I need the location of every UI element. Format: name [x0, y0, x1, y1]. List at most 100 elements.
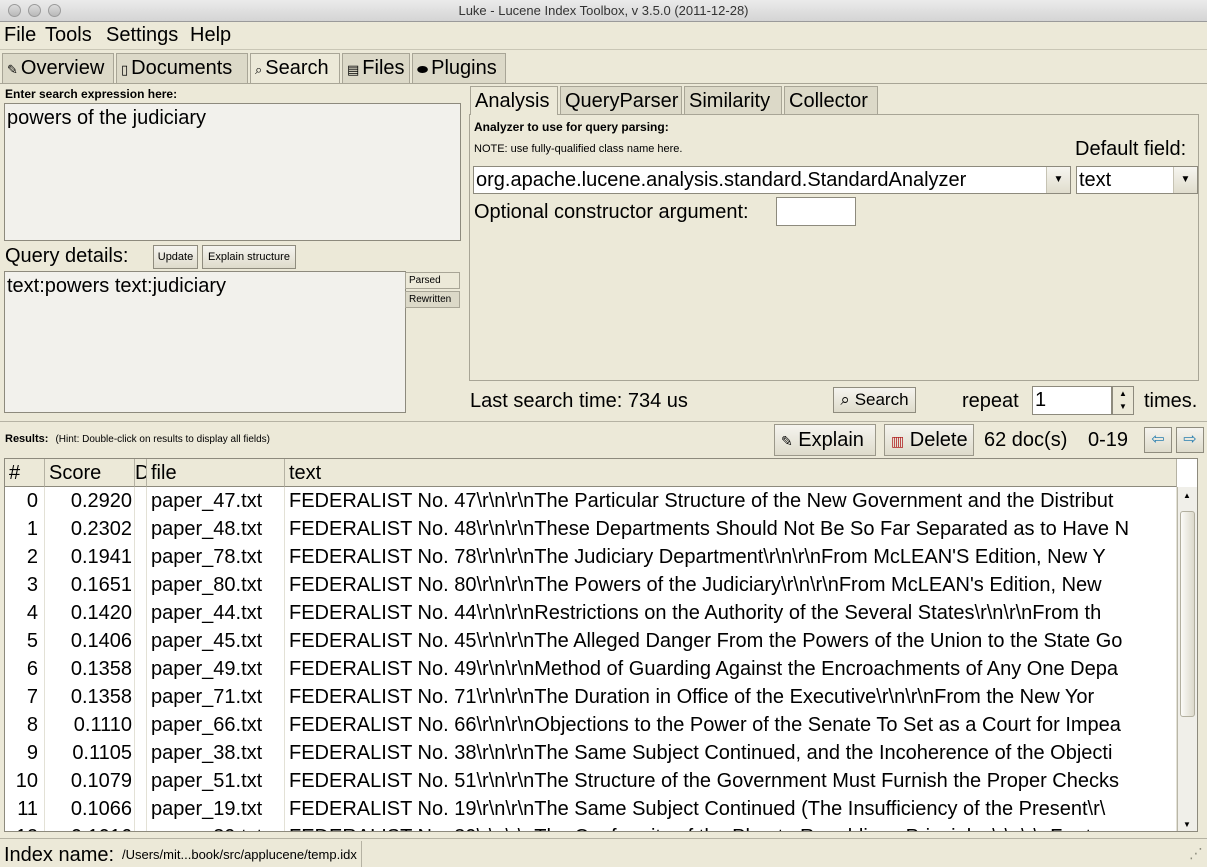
- ctor-argument-label: Optional constructor argument:: [474, 201, 749, 223]
- cell-file: paper_39.txt: [147, 823, 285, 831]
- column-header-file[interactable]: file: [147, 459, 285, 487]
- cell-text: FEDERALIST No. 47\r\n\r\nThe Particular …: [285, 487, 1177, 515]
- arrow-left-icon: ⇦: [1151, 431, 1165, 448]
- results-label-group: Results: (Hint: Double-click on results …: [5, 433, 270, 445]
- search-button-label: Search: [854, 390, 909, 409]
- cell-score: 0.1941: [45, 543, 135, 571]
- explain-structure-button[interactable]: Explain structure: [202, 245, 296, 269]
- search-button[interactable]: ⌕ Search: [833, 387, 916, 413]
- scrollbar-thumb[interactable]: [1180, 511, 1195, 717]
- minimize-window-button[interactable]: [28, 4, 41, 17]
- scroll-down-icon[interactable]: ▼: [1183, 820, 1191, 829]
- column-header-d[interactable]: D: [135, 459, 147, 487]
- table-row[interactable]: 5 0.1406 paper_45.txt FEDERALIST No. 45\r\n…: [5, 627, 1177, 655]
- ctor-argument-input[interactable]: [776, 197, 856, 226]
- cell-d: [135, 515, 147, 543]
- zoom-window-button[interactable]: [48, 4, 61, 17]
- tab-plugins[interactable]: ⬬ Plugins: [412, 53, 506, 83]
- table-row[interactable]: 2 0.1941 paper_78.txt FEDERALIST No. 78\r\n…: [5, 543, 1177, 571]
- repeat-label: repeat: [962, 390, 1019, 412]
- cell-d: [135, 543, 147, 571]
- window-title: Luke - Lucene Index Toolbox, v 3.5.0 (20…: [458, 3, 749, 18]
- explain-button[interactable]: ✎ Explain: [774, 424, 876, 456]
- table-row[interactable]: 11 0.1066 paper_19.txt FEDERALIST No. 19\r\…: [5, 795, 1177, 823]
- results-scrollbar[interactable]: ▲ ▼: [1177, 487, 1197, 831]
- column-header-text[interactable]: text: [285, 459, 1177, 487]
- tab-queryparser[interactable]: QueryParser: [560, 86, 682, 114]
- table-row[interactable]: 3 0.1651 paper_80.txt FEDERALIST No. 80\r\n…: [5, 571, 1177, 599]
- cell-num: 10: [5, 767, 45, 795]
- parsed-tab[interactable]: Parsed: [405, 272, 460, 289]
- cell-file: paper_66.txt: [147, 711, 285, 739]
- table-row[interactable]: 9 0.1105 paper_38.txt FEDERALIST No. 38\r\n…: [5, 739, 1177, 767]
- chevron-down-icon[interactable]: ▼: [1173, 167, 1197, 193]
- results-hint: (Hint: Double-click on results to displa…: [55, 434, 270, 445]
- results-table[interactable]: # Score D file text 00.2920paper_47.txtF…: [4, 458, 1198, 832]
- delete-button[interactable]: ▥ Delete: [884, 424, 974, 456]
- table-row[interactable]: 1 0.2302 paper_48.txt FEDERALIST No. 48\r\n…: [5, 515, 1177, 543]
- floppy-icon: ▤: [347, 62, 360, 77]
- cell-file: paper_38.txt: [147, 739, 285, 767]
- cell-file: paper_51.txt: [147, 767, 285, 795]
- tab-documents[interactable]: ▯ Documents: [116, 53, 248, 83]
- table-row[interactable]: 120.1016 paper_39.txtFEDERALIST No. 39\r\…: [5, 823, 1177, 831]
- last-search-time: Last search time: 734 us: [470, 390, 688, 413]
- column-header-num[interactable]: #: [5, 459, 45, 487]
- results-range: 0-19: [1088, 429, 1129, 451]
- cell-d: [135, 487, 147, 515]
- resize-grip-icon[interactable]: ⋰: [1189, 839, 1203, 867]
- stepper-up-icon[interactable]: ▲: [1113, 387, 1133, 400]
- tab-analysis[interactable]: Analysis: [470, 86, 558, 115]
- trash-icon: ▥: [891, 433, 905, 449]
- analyzer-select[interactable]: org.apache.lucene.analysis.standard.Stan…: [473, 166, 1071, 194]
- tab-overview[interactable]: ✎ Overview: [2, 53, 114, 83]
- status-bar: Index name: /Users/mit...book/src/appluc…: [0, 838, 1207, 867]
- tab-files[interactable]: ▤ Files: [342, 53, 410, 83]
- tab-similarity[interactable]: Similarity: [684, 86, 782, 114]
- repeat-input[interactable]: 1: [1032, 386, 1112, 415]
- table-row[interactable]: 7 0.1358 paper_71.txt FEDERALIST No. 71\r\n…: [5, 683, 1177, 711]
- cell-score: 0.2302: [45, 515, 135, 543]
- default-field-select[interactable]: text ▼: [1076, 166, 1198, 194]
- cell-file: paper_78.txt: [147, 543, 285, 571]
- cell-d: [135, 739, 147, 767]
- times-label: times.: [1144, 390, 1198, 412]
- cell-num: 7: [5, 683, 45, 711]
- magnifier-icon: ⌕: [255, 62, 263, 77]
- table-row[interactable]: 6 0.1358 paper_49.txt FEDERALIST No. 49\r\n…: [5, 655, 1177, 683]
- analyzer-select-value: org.apache.lucene.analysis.standard.Stan…: [476, 169, 967, 191]
- table-row[interactable]: 8 0.1110 paper_66.txt FEDERALIST No. 66\r\n…: [5, 711, 1177, 739]
- arrow-right-icon: ⇨: [1183, 431, 1197, 448]
- update-button[interactable]: Update: [153, 245, 198, 269]
- prev-page-button[interactable]: ⇦: [1144, 427, 1172, 453]
- table-row[interactable]: 10 0.1079 paper_51.txt FEDERALIST No. 51\r\…: [5, 767, 1177, 795]
- cell-d: [135, 795, 147, 823]
- cell-text: FEDERALIST No. 80\r\n\r\nThe Powers of t…: [285, 571, 1177, 599]
- cell-d: [135, 711, 147, 739]
- menu-tools[interactable]: Tools: [45, 24, 92, 47]
- menu-file[interactable]: File: [4, 24, 36, 47]
- scroll-up-icon[interactable]: ▲: [1183, 491, 1191, 500]
- doc-count: 62 doc(s): [984, 429, 1068, 451]
- plugin-icon: ⬬: [417, 62, 429, 77]
- cell-score: 0.1358: [45, 655, 135, 683]
- chevron-down-icon[interactable]: ▼: [1046, 167, 1070, 193]
- tab-collector[interactable]: Collector: [784, 86, 878, 114]
- default-field-select-value: text: [1079, 169, 1112, 191]
- menu-help[interactable]: Help: [190, 24, 231, 47]
- tab-search[interactable]: ⌕ Search: [250, 53, 340, 84]
- rewritten-tab[interactable]: Rewritten: [405, 291, 460, 308]
- table-row[interactable]: 0 0.2920 paper_47.txt FEDERALIST No. 47\r\n…: [5, 487, 1177, 515]
- index-path: /Users/mit...book/src/applucene/temp.idx: [122, 841, 362, 867]
- close-window-button[interactable]: [8, 4, 21, 17]
- tab-search-label: Search: [265, 57, 329, 79]
- menu-settings[interactable]: Settings: [106, 24, 178, 47]
- repeat-stepper[interactable]: ▲ ▼: [1112, 386, 1134, 415]
- cell-d: [135, 767, 147, 795]
- table-row[interactable]: 4 0.1420 paper_44.txt FEDERALIST No. 44\r\n…: [5, 599, 1177, 627]
- stepper-down-icon[interactable]: ▼: [1113, 400, 1133, 413]
- cell-num: 3: [5, 571, 45, 599]
- column-header-score[interactable]: Score: [45, 459, 135, 487]
- next-page-button[interactable]: ⇨: [1176, 427, 1204, 453]
- search-expression-input[interactable]: powers of the judiciary: [4, 103, 461, 241]
